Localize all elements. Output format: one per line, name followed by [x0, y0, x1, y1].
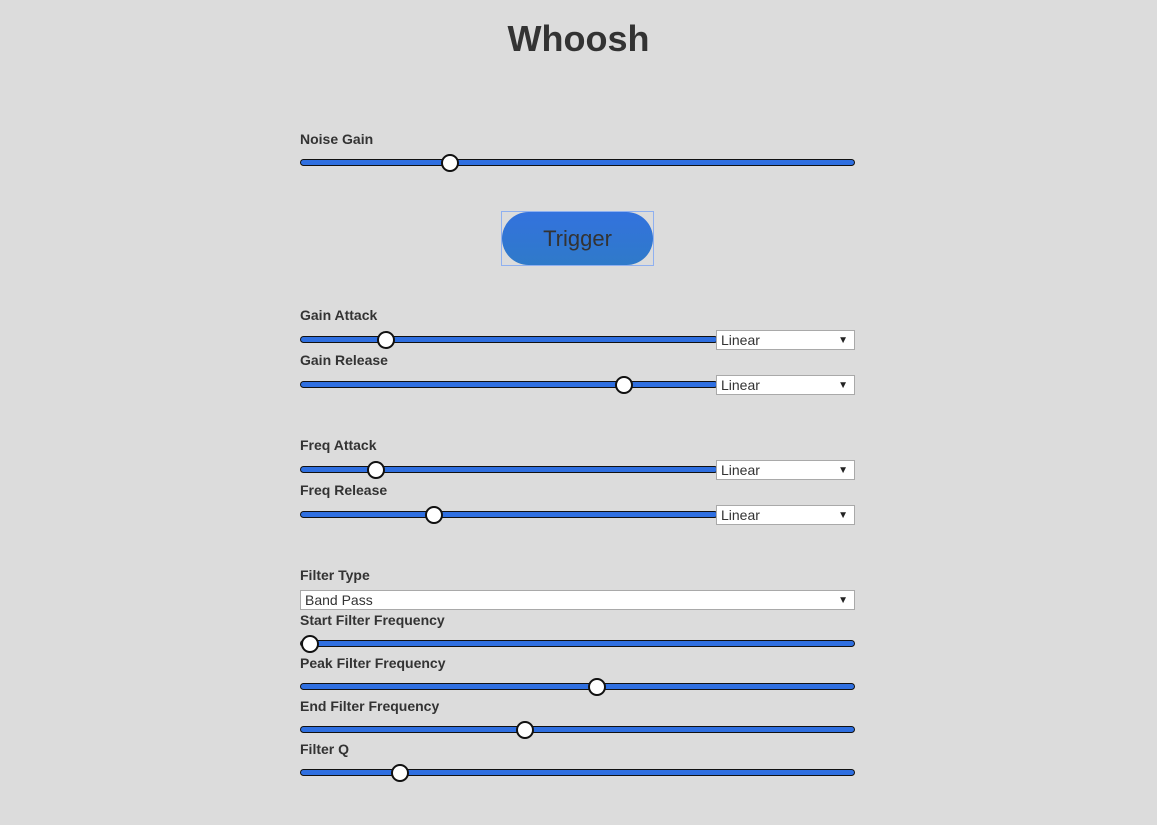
freq-release-curve-select[interactable]: Linear ▼: [716, 505, 855, 525]
filter-type-label: Filter Type: [300, 567, 370, 583]
end-filter-frequency-label: End Filter Frequency: [300, 698, 440, 714]
gain-attack-curve-value: Linear: [721, 332, 760, 348]
gain-release-slider[interactable]: [300, 375, 718, 394]
gain-release-slider-thumb[interactable]: [615, 375, 633, 394]
gain-release-label: Gain Release: [300, 352, 388, 368]
chevron-down-icon: ▼: [838, 509, 848, 521]
filter-q-slider[interactable]: [300, 763, 855, 782]
trigger-button[interactable]: Trigger: [502, 212, 653, 265]
noise-gain-label: Noise Gain: [300, 131, 374, 147]
gain-attack-label: Gain Attack: [300, 307, 378, 323]
chevron-down-icon: ▼: [838, 464, 848, 476]
freq-attack-curve-select[interactable]: Linear ▼: [716, 460, 855, 480]
gain-release-curve-value: Linear: [721, 377, 760, 393]
freq-attack-slider-thumb[interactable]: [367, 460, 385, 479]
freq-attack-slider[interactable]: [300, 460, 718, 479]
end-filter-frequency-slider[interactable]: [300, 720, 855, 739]
start-filter-frequency-label: Start Filter Frequency: [300, 612, 445, 628]
start-filter-frequency-slider[interactable]: [300, 634, 855, 653]
filter-q-slider-thumb[interactable]: [391, 763, 410, 782]
gain-attack-curve-select[interactable]: Linear ▼: [716, 330, 855, 350]
freq-attack-label: Freq Attack: [300, 437, 377, 453]
noise-gain-slider-thumb[interactable]: [440, 153, 459, 172]
noise-gain-slider[interactable]: [300, 153, 855, 172]
freq-release-slider-thumb[interactable]: [425, 505, 443, 524]
filter-type-select[interactable]: Band Pass ▼: [300, 590, 855, 610]
gain-attack-slider[interactable]: [300, 330, 718, 349]
end-filter-frequency-slider-thumb[interactable]: [515, 720, 534, 739]
start-filter-frequency-slider-thumb[interactable]: [301, 634, 319, 653]
peak-filter-frequency-slider-thumb[interactable]: [588, 677, 607, 696]
peak-filter-frequency-slider[interactable]: [300, 677, 855, 696]
peak-filter-frequency-label: Peak Filter Frequency: [300, 655, 446, 671]
filter-type-value: Band Pass: [305, 592, 373, 608]
gain-release-curve-select[interactable]: Linear ▼: [716, 375, 855, 395]
chevron-down-icon: ▼: [838, 594, 848, 606]
filter-q-label: Filter Q: [300, 741, 350, 757]
freq-release-slider[interactable]: [300, 505, 718, 524]
page-title: Whoosh: [507, 18, 650, 59]
chevron-down-icon: ▼: [838, 379, 848, 391]
freq-attack-curve-value: Linear: [721, 462, 760, 478]
freq-release-label: Freq Release: [300, 482, 388, 498]
chevron-down-icon: ▼: [838, 334, 848, 346]
gain-attack-slider-thumb[interactable]: [377, 330, 395, 349]
freq-release-curve-value: Linear: [721, 507, 760, 523]
